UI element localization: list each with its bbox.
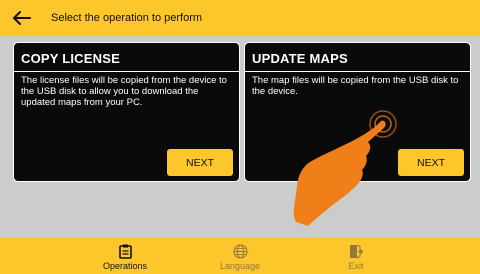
main-area: COPY LICENSE The license files will be c…: [0, 36, 480, 238]
exit-door-icon: [349, 244, 363, 259]
clipboard-icon: [118, 244, 132, 259]
nav-label: Language: [219, 261, 261, 271]
top-bar: Select the operation to perform: [0, 0, 480, 36]
nav-operations[interactable]: Operations: [95, 238, 155, 274]
bottom-navigation: Operations Language Exit: [0, 238, 480, 274]
card-divider: [14, 71, 239, 72]
card-description: The license files will be copied from th…: [21, 75, 227, 108]
card-title: COPY LICENSE: [21, 51, 120, 66]
nav-label: Operations: [102, 261, 148, 271]
update-maps-card: UPDATE MAPS The map files will be copied…: [244, 42, 471, 182]
page-title: Select the operation to perform: [51, 12, 203, 24]
card-description: The map files will be copied from the US…: [252, 75, 459, 97]
nav-label: Exit: [348, 261, 364, 271]
card-divider: [245, 71, 470, 72]
nav-language[interactable]: Language: [210, 238, 270, 274]
copy-license-card: COPY LICENSE The license files will be c…: [13, 42, 240, 182]
nav-exit[interactable]: Exit: [326, 238, 386, 274]
next-button[interactable]: NEXT: [398, 149, 464, 176]
card-title: UPDATE MAPS: [252, 51, 348, 66]
next-button[interactable]: NEXT: [167, 149, 233, 176]
arrow-left-icon[interactable]: [13, 11, 31, 25]
globe-icon: [233, 244, 248, 259]
